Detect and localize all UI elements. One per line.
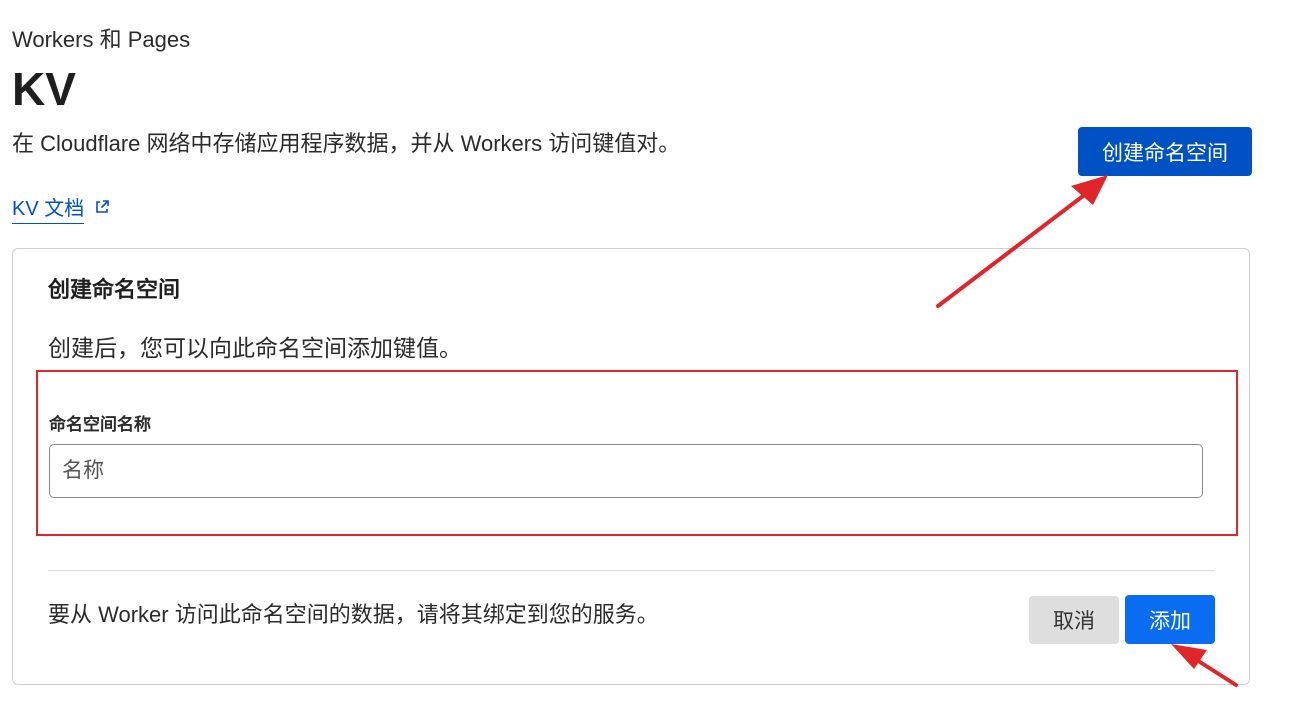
namespace-name-input[interactable]	[49, 444, 1203, 498]
cancel-button[interactable]: 取消	[1029, 596, 1119, 644]
binding-note: 要从 Worker 访问此命名空间的数据，请将其绑定到您的服务。	[48, 602, 659, 627]
breadcrumb: Workers 和 Pages	[12, 27, 191, 52]
panel-title: 创建命名空间	[48, 277, 181, 302]
kv-docs-link[interactable]: KV 文档	[12, 195, 85, 224]
add-button[interactable]: 添加	[1125, 595, 1215, 644]
namespace-name-label: 命名空间名称	[49, 415, 151, 434]
panel-divider	[48, 570, 1215, 571]
create-namespace-button[interactable]: 创建命名空间	[1078, 127, 1252, 176]
page-title: KV	[12, 63, 76, 115]
panel-description: 创建后，您可以向此命名空间添加键值。	[48, 335, 462, 361]
page-description: 在 Cloudflare 网络中存储应用程序数据，并从 Workers 访问键值…	[12, 131, 681, 156]
external-link-icon	[93, 198, 111, 216]
